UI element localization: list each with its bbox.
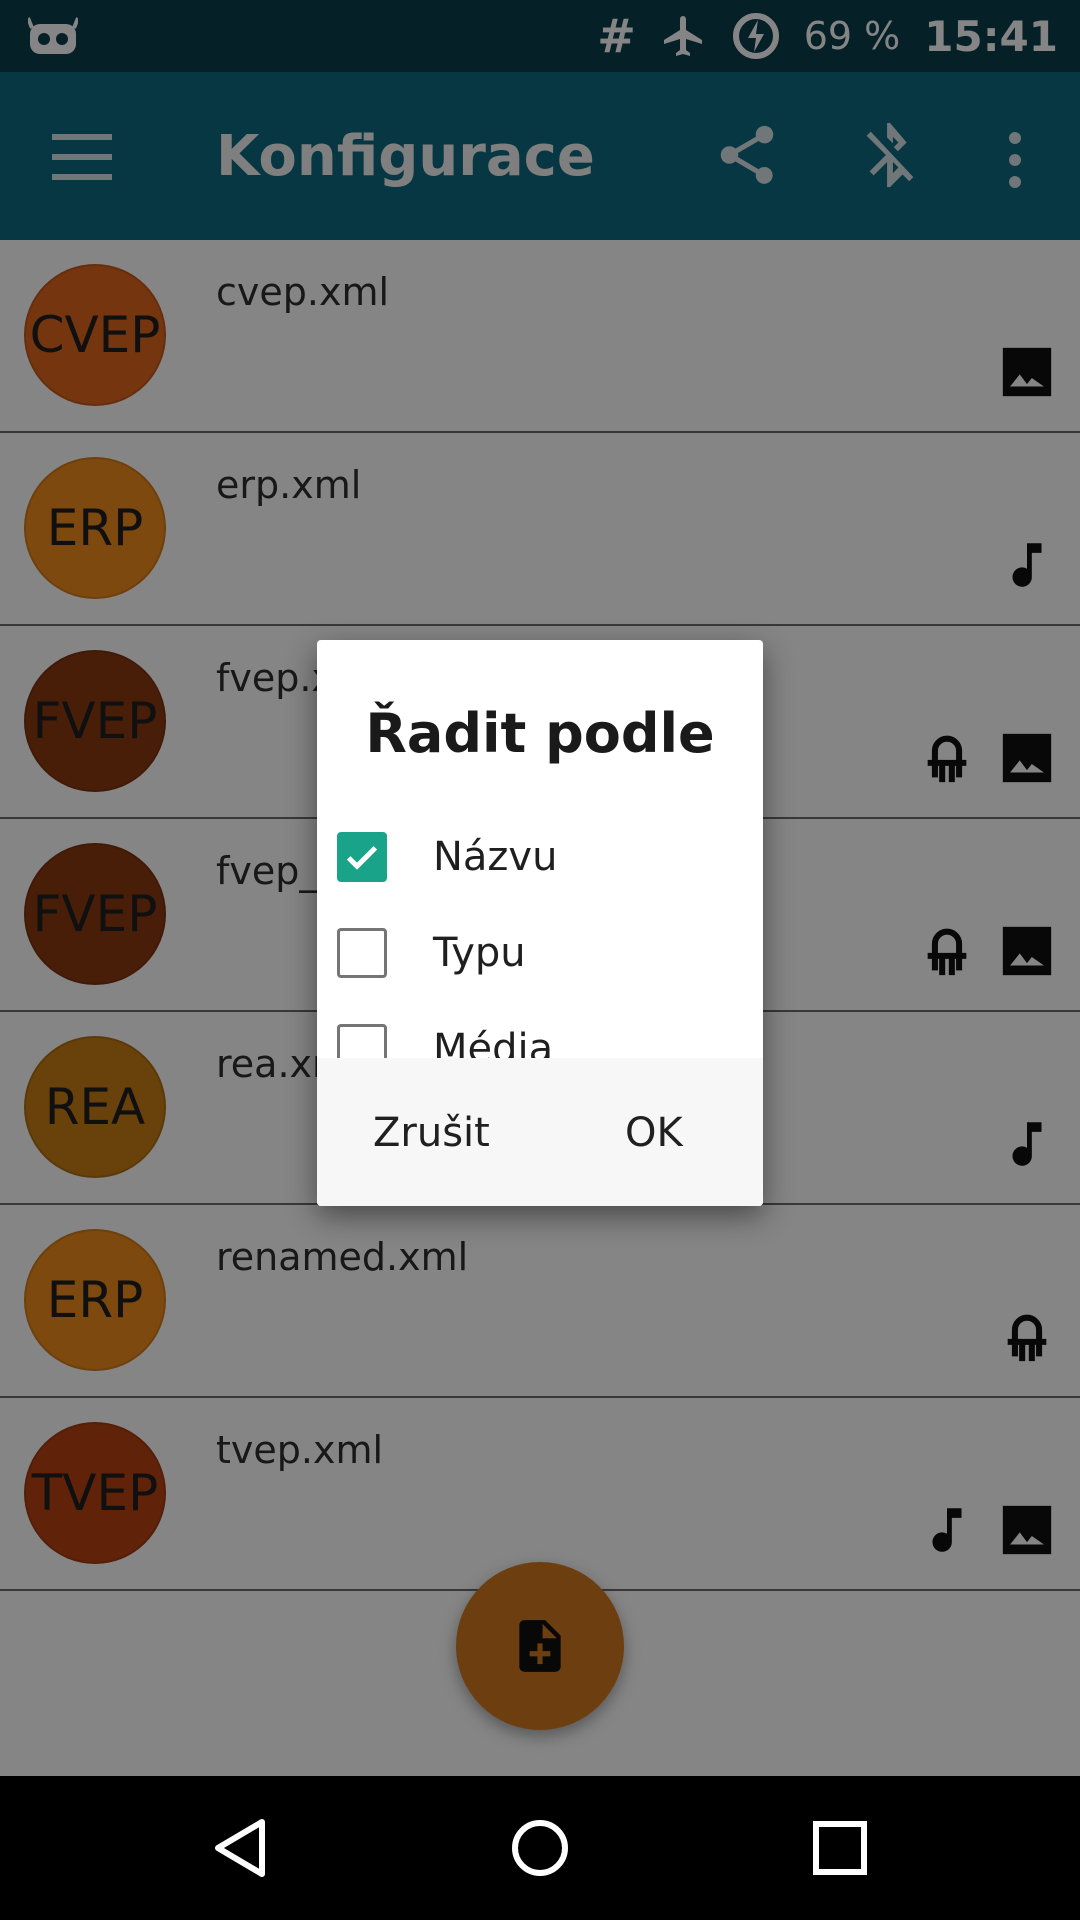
recents-icon[interactable]	[812, 1820, 868, 1876]
cancel-button[interactable]: Zrušit	[373, 1110, 490, 1156]
back-icon[interactable]	[210, 1816, 270, 1880]
sort-dialog: Řadit podle Názvu Typu Média Zrušit OK	[317, 640, 763, 1206]
ok-button[interactable]: OK	[625, 1110, 683, 1156]
option-label: Názvu	[433, 834, 558, 880]
option-label: Typu	[433, 930, 526, 976]
checkbox-name[interactable]	[337, 832, 387, 882]
dialog-title: Řadit podle	[365, 702, 715, 765]
navigation-bar	[0, 1776, 1080, 1920]
checkbox-type[interactable]	[337, 928, 387, 978]
sort-option-name[interactable]: Názvu	[337, 822, 557, 892]
checkmark-icon	[346, 846, 378, 870]
home-icon[interactable]	[510, 1816, 570, 1880]
sort-option-type[interactable]: Typu	[337, 918, 526, 988]
dialog-actions: Zrušit OK	[317, 1058, 763, 1206]
